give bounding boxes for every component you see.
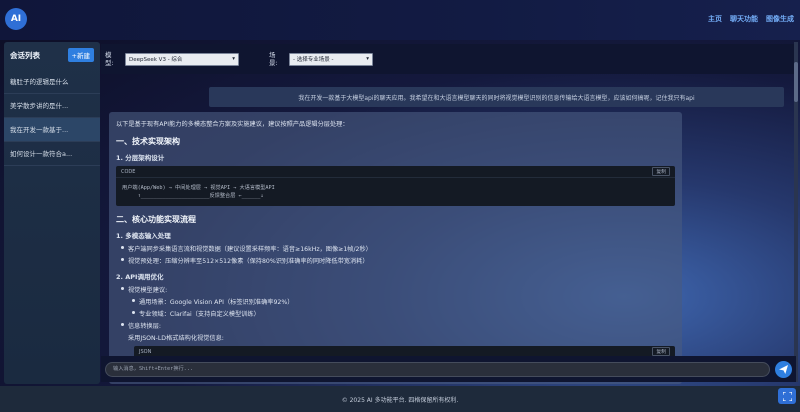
selector-bar: 模型: DeepSeek V3 - 综合 ▾ 场景: - 选择专业场景 - ▾ xyxy=(101,44,796,74)
new-conversation-button[interactable]: +新建 xyxy=(67,48,94,62)
list-item: 视觉预处理：压缩分辨率至512×512像素（保持80%识别准确率的同时降低带宽消… xyxy=(121,256,675,265)
app-logo[interactable]: AI xyxy=(5,8,27,30)
footer-text: © 2025 AI 多功能平台. 四格保留所有权利. xyxy=(341,396,459,404)
chevron-down-icon: ▾ xyxy=(232,56,235,62)
nested-list-item: 专业领域：Clarifai（支持自定义模型训练） xyxy=(132,309,675,318)
nav-home-link[interactable]: 主页 xyxy=(708,14,722,24)
model-select[interactable]: DeepSeek V3 - 综合 ▾ xyxy=(125,52,239,66)
fullscreen-button[interactable] xyxy=(778,388,796,404)
scrollbar-thumb[interactable] xyxy=(794,62,798,102)
user-message: 我在开发一款基于大模型api的聊天应用。我希望在和大语言模型聊天的同时将视觉模型… xyxy=(209,87,784,107)
model-select-value: DeepSeek V3 - 综合 xyxy=(129,57,183,63)
chevron-down-icon: ▾ xyxy=(366,56,369,62)
code-language: CODE xyxy=(121,168,136,175)
conversation-item[interactable]: 美学散步讲的是什... xyxy=(4,94,100,118)
subsection-heading: 2. API调用优化 xyxy=(116,273,164,281)
code-language: JSON xyxy=(139,348,152,355)
copy-button[interactable]: 复制 xyxy=(652,167,670,176)
scene-label: 场景: xyxy=(269,51,278,67)
conversation-list: 糖肚子的逻辑是什么 美学散步讲的是什... 我在开发一款基于... 如何设计一款… xyxy=(4,70,100,166)
send-icon xyxy=(779,365,788,374)
message-input[interactable]: 输入消息，Shift+Enter换行... xyxy=(105,362,770,377)
nav-chat-link[interactable]: 聊天功能 xyxy=(730,14,758,24)
vertical-scrollbar[interactable] xyxy=(794,42,798,382)
chat-main: 模型: DeepSeek V3 - 综合 ▾ 场景: - 选择专业场景 - ▾ … xyxy=(101,42,796,384)
list-item: 视觉模型建议: xyxy=(121,285,675,294)
conversation-sidebar: 会话列表 +新建 糖肚子的逻辑是什么 美学散步讲的是什... 我在开发一款基于.… xyxy=(4,42,100,384)
nav-image-link[interactable]: 图像生成 xyxy=(766,14,794,24)
code-line: ↑______________________反馈整合层 ←______↓ xyxy=(122,193,264,199)
section-heading: 一、技术实现架构 xyxy=(116,137,180,146)
top-navbar: AI 主页 聊天功能 图像生成 xyxy=(0,0,800,40)
paragraph: 采用JSON-LD格式结构化视觉信息: xyxy=(128,335,224,342)
main-nav: 主页 聊天功能 图像生成 xyxy=(708,14,794,24)
model-label: 模型: xyxy=(105,51,114,67)
section-heading: 二、核心功能实现流程 xyxy=(116,215,196,224)
list-item: 信息转换层: xyxy=(121,321,675,330)
copy-button[interactable]: 复制 xyxy=(652,347,670,356)
code-block: CODE 复制 用户端(App/Web) → 中间处理层 → 视觉API → 大… xyxy=(116,166,675,206)
subsection-heading: 1. 多模态输入处理 xyxy=(116,232,171,240)
input-bar: 输入消息，Shift+Enter换行... xyxy=(101,356,796,382)
nested-list-item: 通用场景：Google Vision API（标签识别准确率92%） xyxy=(132,297,675,306)
subsection-heading: 1. 分层架构设计 xyxy=(116,154,165,162)
scene-select[interactable]: - 选择专业场景 - ▾ xyxy=(289,52,373,66)
list-item: 客户端同步采集语言流和视觉数据（建议设置采样频率：语音≥16kHz，图像≥1帧/… xyxy=(121,244,675,253)
sidebar-title: 会话列表 xyxy=(10,50,40,60)
assistant-message: 以下是基于现有API能力的多模态整合方案及实施建议，建议按照产品逻辑分层处理： … xyxy=(109,112,682,384)
conversation-item[interactable]: 如何设计一款符合a... xyxy=(4,142,100,166)
scene-select-value: - 选择专业场景 - xyxy=(293,57,334,63)
conversation-item-active[interactable]: 我在开发一款基于... xyxy=(4,118,100,142)
send-button[interactable] xyxy=(775,361,792,378)
code-line: 用户端(App/Web) → 中间处理层 → 视觉API → 大语言模型API xyxy=(122,185,275,191)
fullscreen-icon xyxy=(782,391,792,401)
response-intro: 以下是基于现有API能力的多模态整合方案及实施建议，建议按照产品逻辑分层处理： xyxy=(116,121,349,128)
page-footer: © 2025 AI 多功能平台. 四格保留所有权利. xyxy=(0,386,800,412)
conversation-item[interactable]: 糖肚子的逻辑是什么 xyxy=(4,70,100,94)
